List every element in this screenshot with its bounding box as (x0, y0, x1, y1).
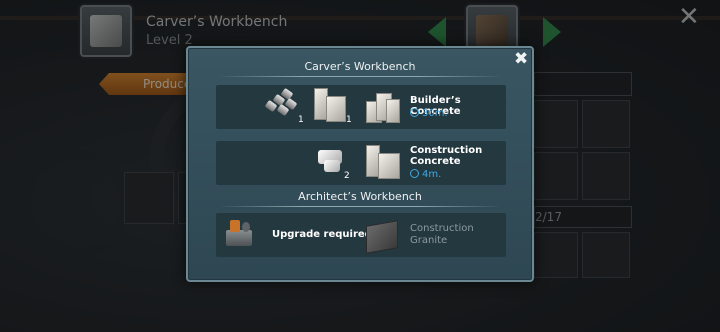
bolts-icon (264, 87, 302, 124)
ingredient-qty: 1 (346, 115, 352, 125)
divider (218, 76, 502, 77)
result-name: Construction Concrete (410, 145, 483, 167)
production-time: 4m. (410, 169, 441, 180)
architects-workbench-icon (222, 216, 260, 252)
ingredient-qty: 2 (344, 171, 350, 181)
construction-concrete-icon (364, 145, 402, 181)
recipe-row-construction-concrete[interactable]: 2 Construction Concrete 4m. (216, 141, 506, 185)
section-title-carvers-workbench: Carver’s Workbench (304, 60, 416, 73)
production-time: 30m. (410, 108, 448, 119)
result-name-locked: Construction Granite (410, 223, 474, 246)
section-title-architects-workbench: Architect’s Workbench (298, 190, 422, 203)
construction-granite-icon (364, 217, 402, 254)
recipe-row-builders-concrete[interactable]: 1 1 Builder’s Concrete 30m. (216, 85, 506, 129)
recipe-modal: ✖ Carver’s Workbench 1 1 Builder’s Concr… (186, 46, 534, 282)
clock-icon (410, 169, 419, 178)
recipe-row-construction-granite[interactable]: Upgrade required! Construction Granite (216, 213, 506, 257)
ingredient-qty: 1 (298, 115, 304, 125)
divider (218, 206, 502, 207)
builders-concrete-icon (364, 89, 402, 125)
clock-icon (410, 108, 419, 117)
upgrade-required-label: Upgrade required! (272, 229, 377, 240)
concrete-blocks-icon (310, 88, 348, 124)
